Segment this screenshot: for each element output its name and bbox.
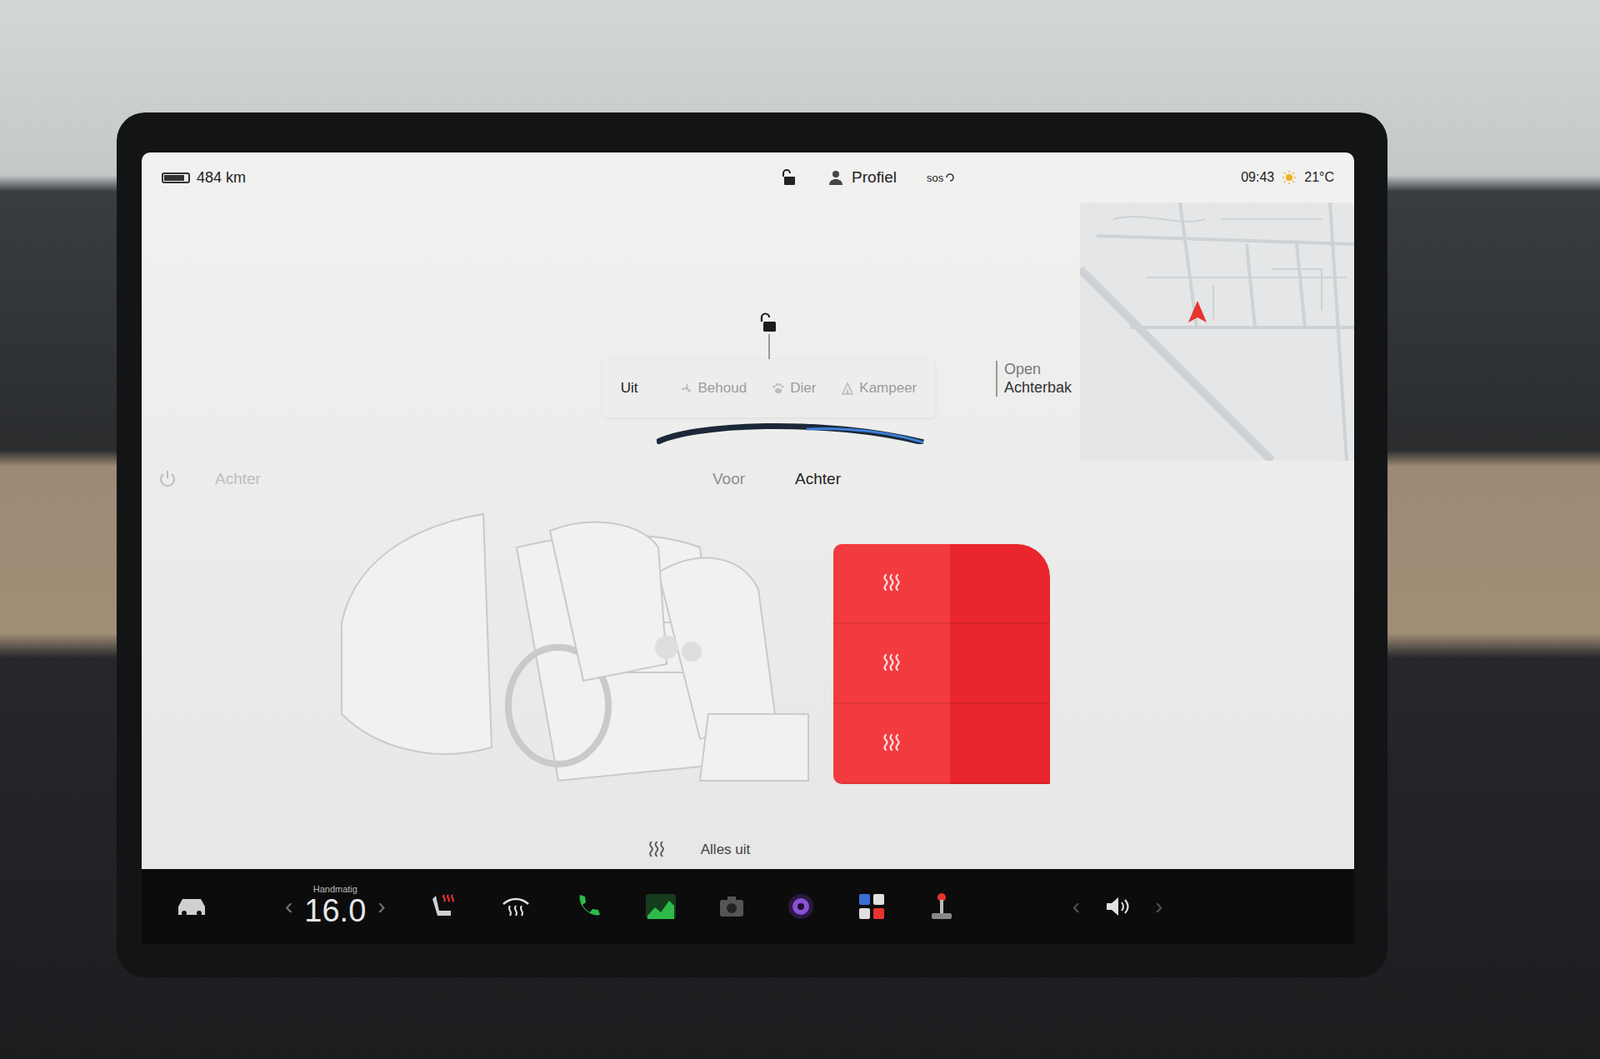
display-bezel: 484 km Profiel sos 09:43 21°C Uit Behoud Dier Ka… <box>116 112 1388 978</box>
car-overview: Uit Behoud Dier Kampeer OpenAchterbak <box>141 202 1355 461</box>
lock-icon[interactable] <box>758 310 780 335</box>
seat-tabs: Voor Achter <box>541 470 1355 489</box>
open-trunk-button[interactable]: OpenAchterbak <box>995 360 1072 397</box>
seat-tab[interactable]: Voor <box>712 470 745 489</box>
climate-mode[interactable]: Dier <box>771 380 816 397</box>
lock-icon[interactable] <box>781 168 799 187</box>
fan-icon <box>680 381 694 395</box>
car-roof <box>656 420 932 445</box>
profile-button[interactable]: Profiel <box>828 168 897 187</box>
battery-icon <box>161 172 190 184</box>
speaker-icon[interactable] <box>1105 895 1130 918</box>
cabin-illustration <box>308 497 842 831</box>
rear-bench <box>833 544 1050 785</box>
temp-up-button[interactable]: › <box>377 893 385 920</box>
tent-icon <box>840 381 855 395</box>
defrost-icon[interactable] <box>500 894 531 920</box>
temp-down-button[interactable]: ‹ <box>285 893 293 920</box>
sun-icon <box>1282 170 1296 185</box>
person-icon <box>828 170 844 185</box>
volume-control: ‹› <box>1072 893 1164 920</box>
heat-icon <box>645 839 668 861</box>
status-bar: 484 km Profiel sos 09:43 21°C <box>141 152 1355 203</box>
screen: 484 km Profiel sos 09:43 21°C Uit Behoud Dier Ka… <box>141 152 1355 870</box>
seat-heat-icon <box>880 571 904 595</box>
clock-weather: 09:43 21°C <box>1240 170 1335 185</box>
climate-mode[interactable]: Kampeer <box>840 380 917 397</box>
sos-button[interactable]: sos <box>926 171 955 185</box>
navigation-arrow-icon <box>1188 300 1207 323</box>
range-indicator: 484 km <box>161 169 246 187</box>
temperature-text: 21°C <box>1304 170 1335 185</box>
seat-heat-icon <box>880 651 904 675</box>
temperature-value[interactable]: 16.0 <box>304 894 366 930</box>
time-text: 09:43 <box>1240 170 1275 185</box>
map-view[interactable] <box>1080 202 1355 461</box>
car-icon[interactable] <box>175 895 209 919</box>
range-text: 484 km <box>196 169 246 187</box>
rear-seat[interactable] <box>833 704 1050 785</box>
call-icon <box>945 172 955 183</box>
seat-tab[interactable]: Achter <box>795 470 841 489</box>
bottom-bar: ‹Handmatig16.0›‹› <box>141 869 1355 945</box>
paw-icon <box>771 381 785 395</box>
apps-icon[interactable] <box>857 892 886 921</box>
climate-mode-bar: Uit Behoud Dier Kampeer <box>602 359 936 418</box>
camera-icon[interactable] <box>719 895 745 918</box>
media-icon[interactable] <box>787 893 815 920</box>
temperature-control: ‹ Handmatig16.0 › <box>285 884 386 930</box>
seat-heat-icon <box>880 731 904 755</box>
climate-mode[interactable]: Uit <box>620 380 639 397</box>
rear-seat[interactable] <box>833 544 1050 625</box>
dashboard: 484 km Profiel sos 09:43 21°C Uit Behoud Dier Ka… <box>0 0 1600 1059</box>
volume-up-button[interactable]: › <box>1155 893 1163 920</box>
climate-mode[interactable]: Behoud <box>680 380 748 397</box>
all-off-button[interactable]: Alles uit <box>41 830 1355 870</box>
phone-icon[interactable] <box>574 892 603 921</box>
seat-heater-view <box>141 497 1355 831</box>
joystick-icon[interactable] <box>929 891 955 922</box>
seat-heater-icon[interactable] <box>429 892 458 921</box>
faded-rear-panel: Achter <box>141 468 542 490</box>
volume-down-button[interactable]: ‹ <box>1072 893 1080 920</box>
energy-chart-icon[interactable] <box>645 894 676 920</box>
temp-mode-text: Handmatig <box>313 884 358 895</box>
power-icon <box>156 468 179 490</box>
map-roads <box>1080 202 1355 461</box>
status-center: Profiel sos <box>781 168 955 187</box>
rear-seat[interactable] <box>833 624 1050 705</box>
seat-tabs-row: Achter Voor Achter <box>141 460 1355 498</box>
